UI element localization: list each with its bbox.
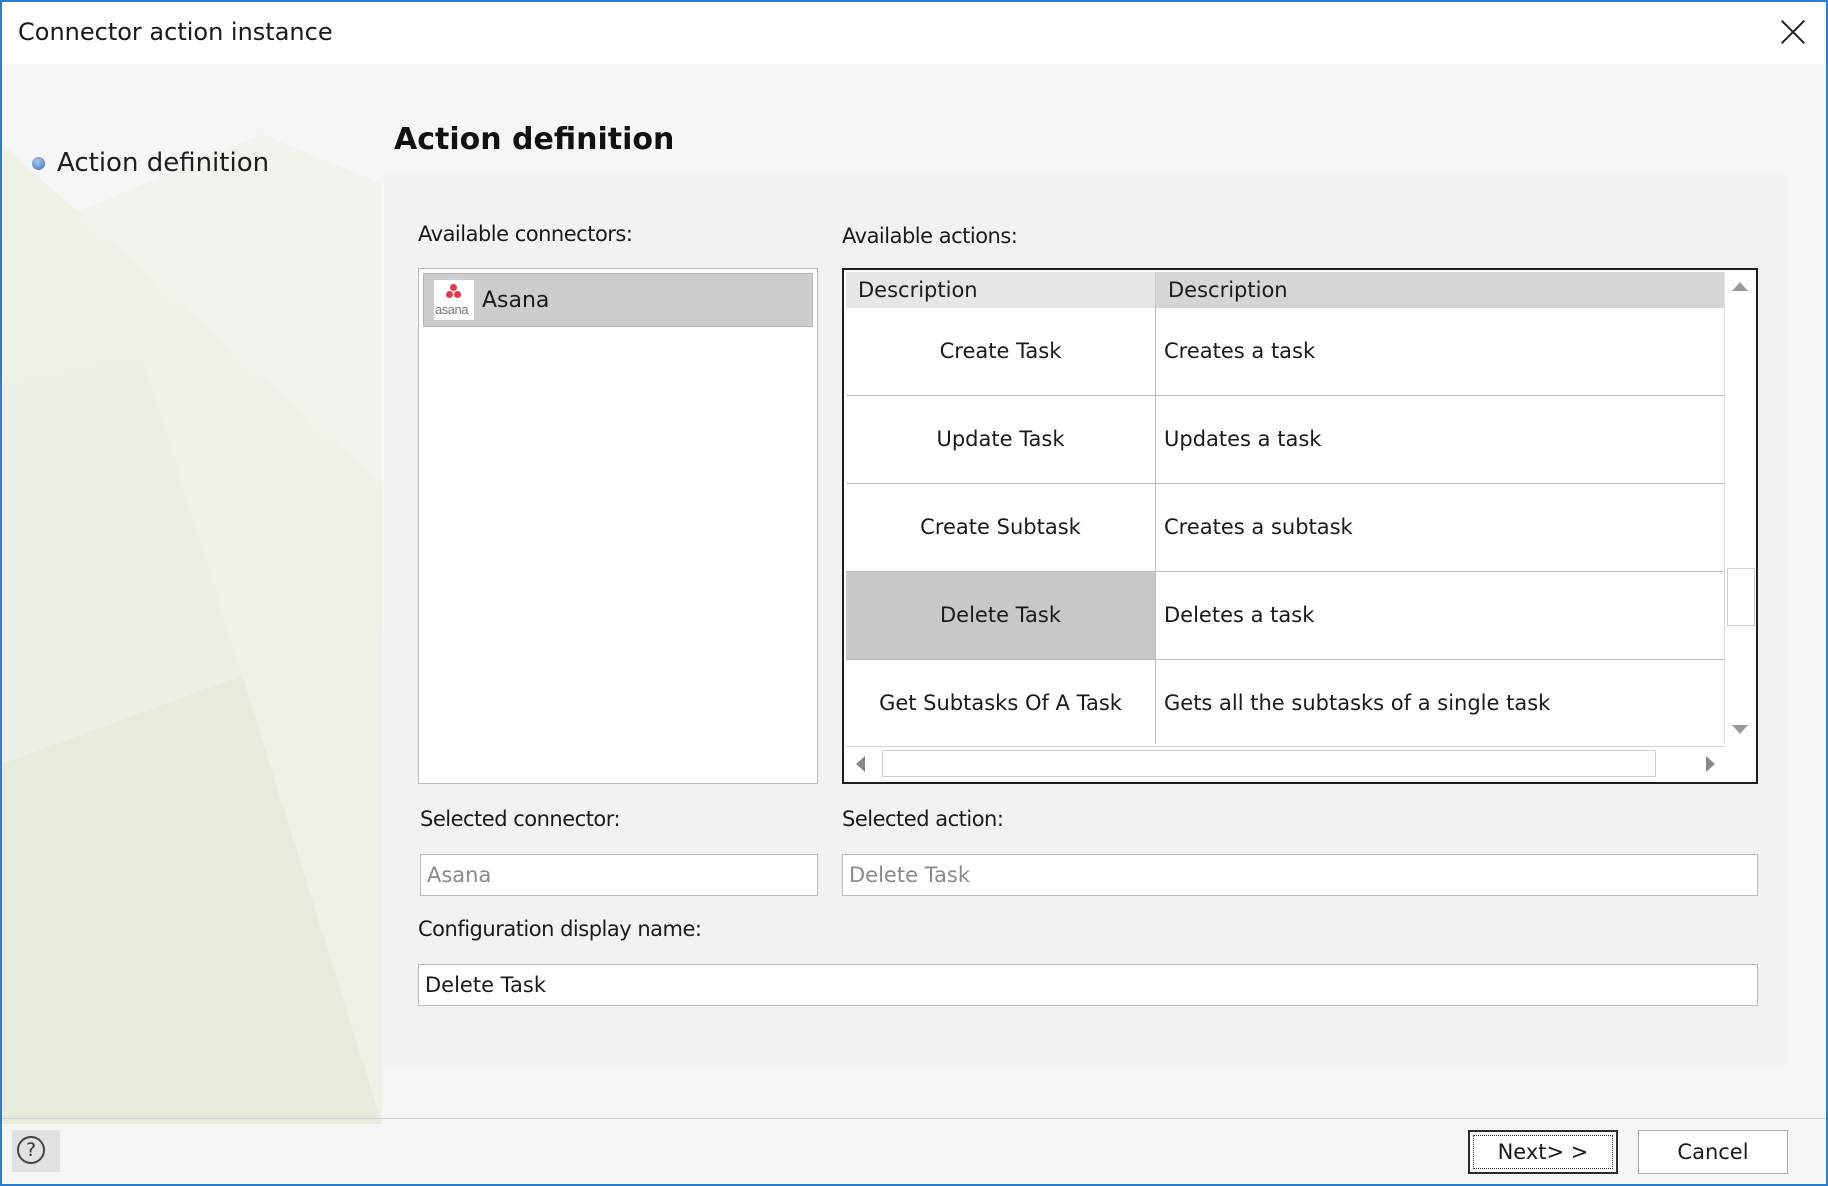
action-name-cell: Create Subtask — [846, 484, 1156, 571]
actions-grid[interactable]: Description Description Create Task Crea… — [842, 268, 1758, 784]
title-bar: Connector action instance — [2, 2, 1826, 64]
asana-logo-text: asana — [435, 302, 468, 317]
dialog-window: Connector action instance Action definit… — [0, 0, 1828, 1186]
table-row-selected[interactable]: Delete Task Deletes a task — [846, 572, 1724, 660]
footer-divider — [2, 1118, 1826, 1119]
action-description-cell: Gets all the subtasks of a single task — [1164, 691, 1551, 715]
scrollbar-corner — [1724, 746, 1754, 780]
action-description-cell: Creates a task — [1164, 339, 1316, 363]
table-row[interactable]: Create Subtask Creates a subtask — [846, 484, 1724, 572]
scroll-down-icon[interactable] — [1725, 714, 1755, 744]
display-name-label: Configuration display name: — [418, 917, 702, 941]
connector-name: Asana — [482, 287, 550, 313]
available-connectors-label: Available connectors: — [418, 222, 633, 246]
connectors-list[interactable]: asana Asana — [418, 268, 818, 784]
page-title: Action definition — [394, 122, 675, 157]
available-actions-label: Available actions: — [842, 224, 1018, 248]
display-name-field[interactable]: Delete Task — [418, 964, 1758, 1006]
vertical-scrollbar[interactable] — [1724, 272, 1755, 744]
grid-body: Create Task Creates a task Update Task U… — [846, 308, 1724, 744]
column-header-name[interactable]: Description — [846, 272, 1156, 308]
action-description-cell: Deletes a task — [1164, 603, 1315, 627]
vertical-scroll-thumb[interactable] — [1727, 568, 1755, 626]
step-label: Action definition — [57, 148, 270, 178]
action-name-cell: Delete Task — [846, 572, 1156, 659]
scroll-right-icon[interactable] — [1694, 747, 1724, 781]
step-bullet-icon — [32, 156, 45, 170]
help-button[interactable]: ? — [12, 1130, 60, 1172]
action-name-cell: Create Task — [846, 308, 1156, 395]
cancel-button[interactable]: Cancel — [1638, 1130, 1788, 1174]
window-title: Connector action instance — [18, 18, 333, 46]
focus-rectangle — [1473, 1135, 1613, 1169]
action-name-cell: Get Subtasks Of A Task — [846, 660, 1156, 744]
selected-connector-label: Selected connector: — [420, 807, 621, 831]
asana-logo: asana — [434, 280, 474, 320]
selected-action-label: Selected action: — [842, 807, 1004, 831]
table-row[interactable]: Get Subtasks Of A Task Gets all the subt… — [846, 660, 1724, 744]
next-button[interactable]: Next> > — [1468, 1130, 1618, 1174]
scroll-left-icon[interactable] — [846, 747, 876, 781]
action-name-cell: Update Task — [846, 396, 1156, 483]
table-row[interactable]: Update Task Updates a task — [846, 396, 1724, 484]
horizontal-scrollbar[interactable] — [846, 746, 1724, 780]
table-row[interactable]: Create Task Creates a task — [846, 308, 1724, 396]
selected-action-field[interactable]: Delete Task — [842, 854, 1758, 896]
step-item-action-definition[interactable]: Action definition — [32, 148, 269, 178]
help-icon: ? — [17, 1136, 45, 1164]
list-item-asana[interactable]: asana Asana — [423, 273, 813, 327]
action-description-cell: Updates a task — [1164, 427, 1322, 451]
selected-connector-field[interactable]: Asana — [420, 854, 818, 896]
horizontal-scroll-thumb[interactable] — [882, 750, 1656, 777]
grid-header: Description Description — [846, 272, 1724, 308]
close-icon[interactable] — [1772, 12, 1814, 54]
scroll-up-icon[interactable] — [1725, 272, 1755, 302]
action-description-cell: Creates a subtask — [1164, 515, 1353, 539]
column-header-description[interactable]: Description — [1156, 272, 1724, 308]
